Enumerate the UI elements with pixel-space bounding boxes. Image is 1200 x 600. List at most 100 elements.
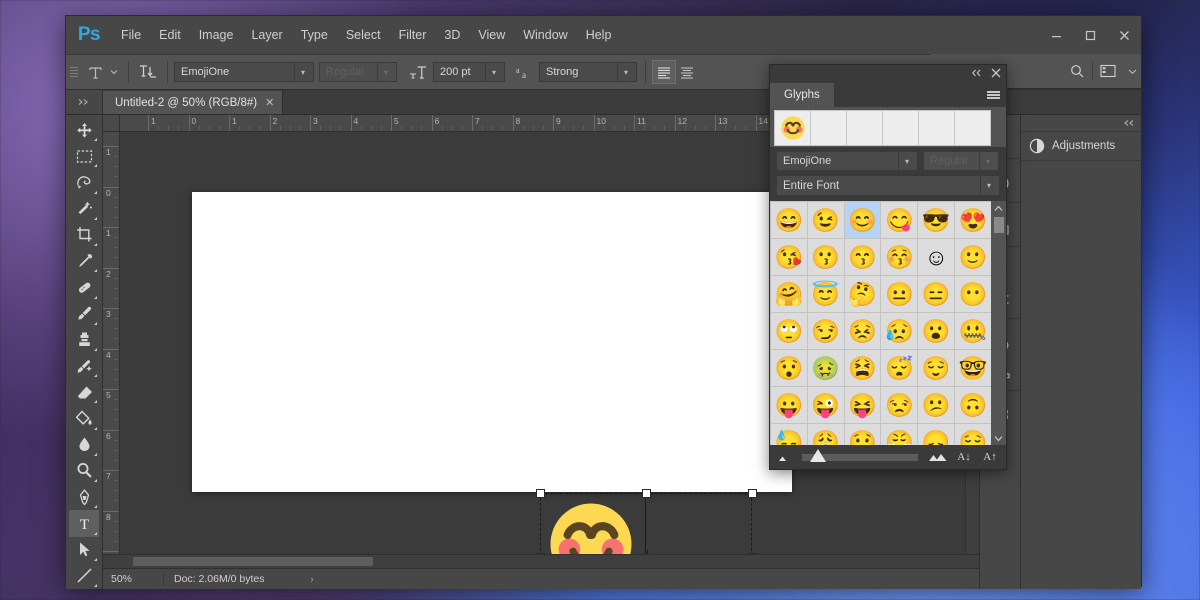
glyphs-scrollbar[interactable] xyxy=(991,201,1006,445)
glyph-cell[interactable]: 😴 xyxy=(881,350,917,386)
glyph-cell[interactable]: 😐 xyxy=(881,276,917,312)
maximize-button[interactable] xyxy=(1073,16,1107,54)
text-bounding-box[interactable] xyxy=(540,493,752,554)
glyphs-panel-menu-icon[interactable] xyxy=(980,83,1006,107)
glyph-cell[interactable]: 🙃 xyxy=(955,387,991,423)
glyph-cell[interactable]: 🤢 xyxy=(808,350,844,386)
glyph-cell[interactable]: 🤐 xyxy=(955,313,991,349)
font-family-select[interactable]: EmojiOne ▾ xyxy=(174,62,314,82)
recent-glyph-cell[interactable] xyxy=(846,110,883,146)
glyph-cell[interactable]: 😍 xyxy=(955,202,991,238)
menu-file[interactable]: File xyxy=(112,23,150,47)
glyph-cell[interactable]: 😝 xyxy=(845,387,881,423)
move-tool[interactable] xyxy=(69,117,99,143)
glyph-cell[interactable]: 🤗 xyxy=(771,276,807,312)
anti-aliasing-select[interactable]: Strong ▾ xyxy=(539,62,637,82)
minimize-button[interactable] xyxy=(1039,16,1073,54)
panel-collapse-button[interactable] xyxy=(1021,115,1141,132)
glyph-cell[interactable]: 😌 xyxy=(955,424,991,445)
dodge-tool[interactable] xyxy=(69,458,99,484)
recent-glyph-cell[interactable] xyxy=(774,110,811,146)
menu-type[interactable]: Type xyxy=(292,23,337,47)
history-brush-tool[interactable] xyxy=(69,353,99,379)
recent-glyph-cell[interactable] xyxy=(810,110,847,146)
glyphs-font-style-select[interactable]: Regular ▾ xyxy=(923,151,999,171)
glyph-cell[interactable]: 🤓 xyxy=(955,350,991,386)
document-info[interactable]: Doc: 2.06M/0 bytes › xyxy=(163,572,313,586)
align-center-button[interactable] xyxy=(676,61,698,83)
recent-glyph-cell[interactable] xyxy=(954,110,991,146)
glyph-cell[interactable]: 😩 xyxy=(808,424,844,445)
handle-top-left[interactable] xyxy=(536,489,545,498)
glyph-cell[interactable]: 😮 xyxy=(918,313,954,349)
blur-tool[interactable] xyxy=(69,432,99,458)
handle-top-center[interactable] xyxy=(642,489,651,498)
increase-glyph-size-button[interactable]: A↑ xyxy=(980,451,1000,463)
document-info-expand-icon[interactable]: › xyxy=(310,572,313,586)
menu-select[interactable]: Select xyxy=(337,23,390,47)
large-glyph-size-icon[interactable] xyxy=(928,452,948,463)
glyph-cell[interactable]: 😉 xyxy=(808,202,844,238)
menu-edit[interactable]: Edit xyxy=(150,23,190,47)
lasso-tool[interactable] xyxy=(69,169,99,195)
glyph-cell[interactable]: 😒 xyxy=(881,387,917,423)
glyphs-scroll-up-icon[interactable] xyxy=(991,201,1006,215)
decrease-glyph-size-button[interactable]: A↓ xyxy=(954,451,974,463)
canvas-horizontal-scroll-thumb[interactable] xyxy=(133,557,373,566)
tab-glyphs[interactable]: Glyphs xyxy=(770,83,834,107)
search-icon[interactable] xyxy=(1062,59,1092,83)
artboard[interactable] xyxy=(192,192,792,492)
type-tool[interactable]: T xyxy=(69,510,99,536)
glyphs-scroll-thumb[interactable] xyxy=(994,217,1004,233)
glyph-cell[interactable]: 😗 xyxy=(808,239,844,275)
glyph-cell[interactable]: 😊 xyxy=(845,202,881,238)
handle-top-right[interactable] xyxy=(748,489,757,498)
healing-brush-tool[interactable] xyxy=(69,274,99,300)
menu-filter[interactable]: Filter xyxy=(390,23,436,47)
glyph-cell[interactable]: 😣 xyxy=(845,313,881,349)
glyphs-font-family-select[interactable]: EmojiOne ▾ xyxy=(776,151,918,171)
zoom-level[interactable]: 50% xyxy=(103,573,163,585)
menu-view[interactable]: View xyxy=(469,23,514,47)
font-style-select[interactable]: Regular ▾ xyxy=(319,62,397,82)
glyph-cell[interactable]: 😕 xyxy=(918,387,954,423)
glyph-cell[interactable]: 😋 xyxy=(881,202,917,238)
workspace-chevron-icon[interactable] xyxy=(1123,59,1141,83)
paint-bucket-tool[interactable] xyxy=(69,405,99,431)
glyphs-grid[interactable]: 😄😉😊😋😎😍😘😗😙😚☺🙂🤗😇🤔😐😑😶🙄😏😣😥😮🤐😯🤢😫😴😌🤓😛😜😝😒😕🙃😓😩😯😤… xyxy=(770,201,991,445)
glyph-cell[interactable]: 😜 xyxy=(808,387,844,423)
glyphs-close-icon[interactable] xyxy=(991,68,1001,81)
glyph-size-slider[interactable] xyxy=(802,454,918,461)
ruler-corner[interactable] xyxy=(103,115,120,131)
vertical-ruler[interactable]: 10123456789 xyxy=(103,132,120,554)
align-left-button[interactable] xyxy=(652,60,676,84)
glyph-cell[interactable]: 😇 xyxy=(808,276,844,312)
glyph-cell[interactable]: 😚 xyxy=(881,239,917,275)
glyph-cell[interactable]: 😙 xyxy=(845,239,881,275)
glyph-cell[interactable]: 😓 xyxy=(771,424,807,445)
close-button[interactable] xyxy=(1107,16,1141,54)
glyph-cell[interactable]: 😯 xyxy=(771,350,807,386)
glyph-cell[interactable]: 😎 xyxy=(918,202,954,238)
menu-layer[interactable]: Layer xyxy=(242,23,291,47)
canvas-horizontal-scrollbar[interactable] xyxy=(103,554,979,568)
type-tool-icon[interactable] xyxy=(84,60,106,84)
crop-tool[interactable] xyxy=(69,222,99,248)
glyphs-collapse-icon[interactable] xyxy=(971,69,982,80)
glyphs-scroll-down-icon[interactable] xyxy=(991,431,1006,445)
glyph-cell[interactable]: 🙄 xyxy=(771,313,807,349)
font-size-input[interactable]: 200 pt ▾ xyxy=(433,62,505,82)
glyph-cell[interactable]: 😶 xyxy=(955,276,991,312)
toggle-text-orientation-icon[interactable] xyxy=(135,60,161,84)
glyph-cell[interactable]: 🤔 xyxy=(845,276,881,312)
glyphs-filter-select[interactable]: Entire Font ▾ xyxy=(776,175,1000,196)
toolbar-collapse-button[interactable] xyxy=(66,90,103,114)
glyph-cell[interactable]: 😛 xyxy=(771,387,807,423)
tool-preset-chevron-icon[interactable] xyxy=(106,60,122,84)
document-tab-close-icon[interactable]: ✕ xyxy=(265,96,274,109)
magic-wand-tool[interactable] xyxy=(69,196,99,222)
glyph-cell[interactable]: 😌 xyxy=(918,350,954,386)
arrange-documents-icon[interactable] xyxy=(1093,59,1123,83)
glyph-cell[interactable]: 😄 xyxy=(771,202,807,238)
menu-help[interactable]: Help xyxy=(577,23,621,47)
